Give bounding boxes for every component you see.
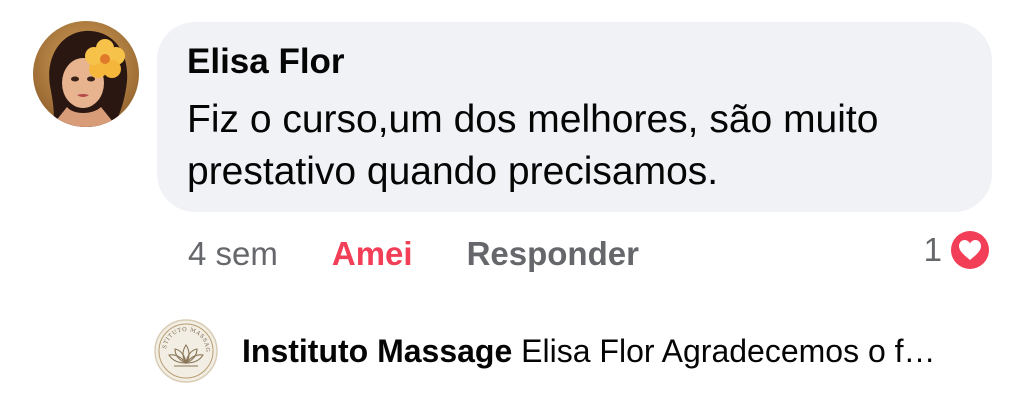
- heart-icon: [948, 228, 992, 272]
- reply-author-name[interactable]: Instituto Massage: [242, 333, 512, 369]
- reaction-count: 1: [923, 231, 942, 268]
- instituto-massage-logo-icon[interactable]: INSTITUTO MASSAGE: [154, 319, 218, 383]
- comment-bubble[interactable]: Elisa Flor Fiz o curso,um dos melhores, …: [157, 22, 992, 212]
- reaction-summary[interactable]: 1: [924, 226, 993, 274]
- reply-preview-text: Instituto Massage Elisa Flor Agradecemos…: [242, 333, 936, 370]
- reply-button[interactable]: Responder: [467, 235, 639, 273]
- comment-actions: 4 sem Amei Responder: [188, 232, 639, 276]
- reply-preview[interactable]: INSTITUTO MASSAGE Instituto Massage Elis…: [154, 318, 994, 384]
- comment-text: Fiz o curso,um dos melhores, são muito p…: [187, 98, 879, 193]
- reply-preview-message: Elisa Flor Agradecemos o f…: [521, 332, 936, 369]
- comment-timestamp[interactable]: 4 sem: [188, 235, 278, 273]
- love-reaction-button[interactable]: Amei: [332, 235, 413, 273]
- avatar-portrait-icon: [33, 21, 139, 127]
- comment-author-name[interactable]: Elisa Flor: [187, 42, 345, 82]
- commenter-avatar[interactable]: [33, 21, 139, 127]
